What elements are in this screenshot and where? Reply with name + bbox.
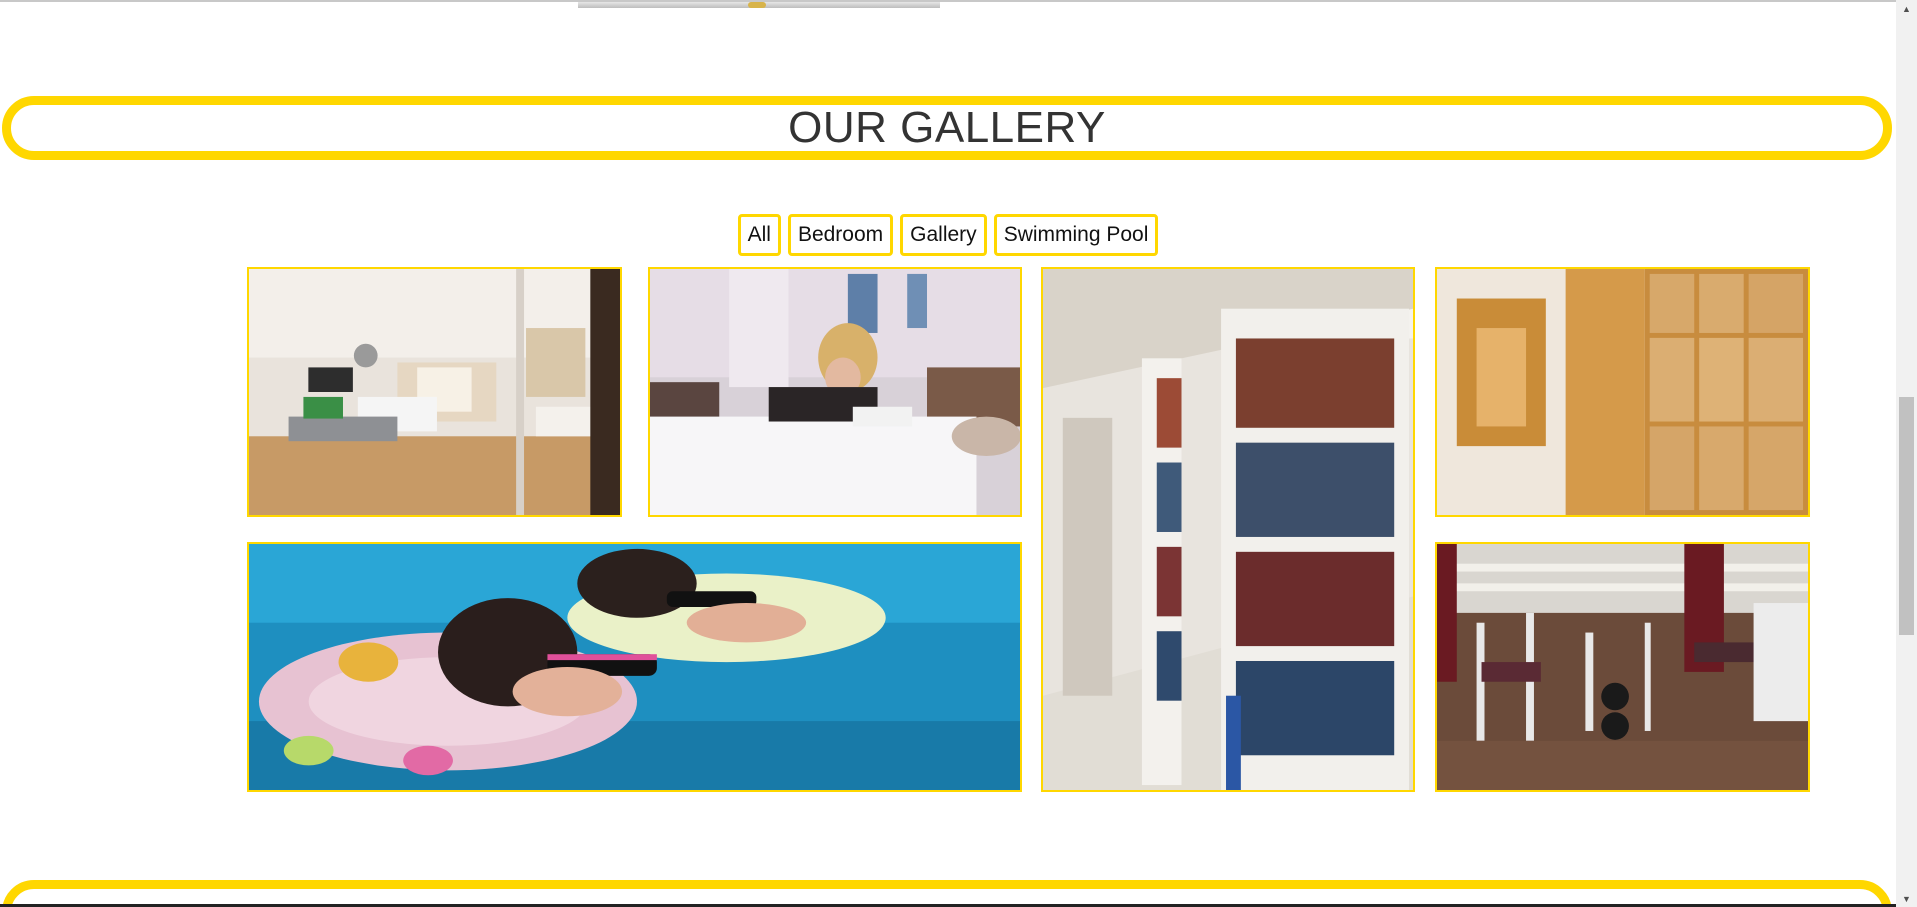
gallery-item-swimming-pool[interactable] (247, 542, 1022, 792)
scrollbar-thumb[interactable] (1899, 397, 1914, 635)
team-heading-banner: OUR TEAM (2, 880, 1892, 907)
gallery-item-hotel-room[interactable] (247, 267, 622, 517)
scroll-down-arrow-icon[interactable]: ▼ (1896, 890, 1917, 907)
library-bookshelves-photo (1043, 269, 1413, 790)
filter-all-button[interactable]: All (737, 214, 781, 256)
gallery-title: OUR GALLERY (788, 103, 1106, 152)
page: OUR GALLERY All Bedroom Gallery Swimming… (0, 0, 1896, 907)
filter-swimming-pool-button[interactable]: Swimming Pool (993, 214, 1159, 256)
hotel-room-photo (249, 269, 620, 515)
gym-equipment-photo (1437, 544, 1808, 790)
gallery-item-gym[interactable] (1435, 542, 1810, 792)
top-divider (0, 0, 1896, 2)
vertical-scrollbar[interactable]: ▲ ▼ (1896, 0, 1917, 907)
filter-gallery-button[interactable]: Gallery (900, 214, 987, 256)
filter-bedroom-button[interactable]: Bedroom (787, 214, 894, 256)
gallery-item-lockers[interactable] (1435, 267, 1810, 517)
kids-swimming-pool-photo (249, 544, 1020, 790)
gallery-heading-banner: OUR GALLERY (2, 96, 1892, 160)
previous-section-image-edge (578, 2, 940, 8)
periodic-table-lockers-photo (1437, 269, 1808, 515)
gallery-item-library[interactable] (1041, 267, 1415, 792)
scroll-up-arrow-icon[interactable]: ▲ (1896, 0, 1917, 17)
woman-reading-on-bed-photo (650, 269, 1020, 515)
gallery-item-bedroom[interactable] (648, 267, 1022, 517)
gallery-filter-bar: All Bedroom Gallery Swimming Pool (0, 214, 1896, 256)
